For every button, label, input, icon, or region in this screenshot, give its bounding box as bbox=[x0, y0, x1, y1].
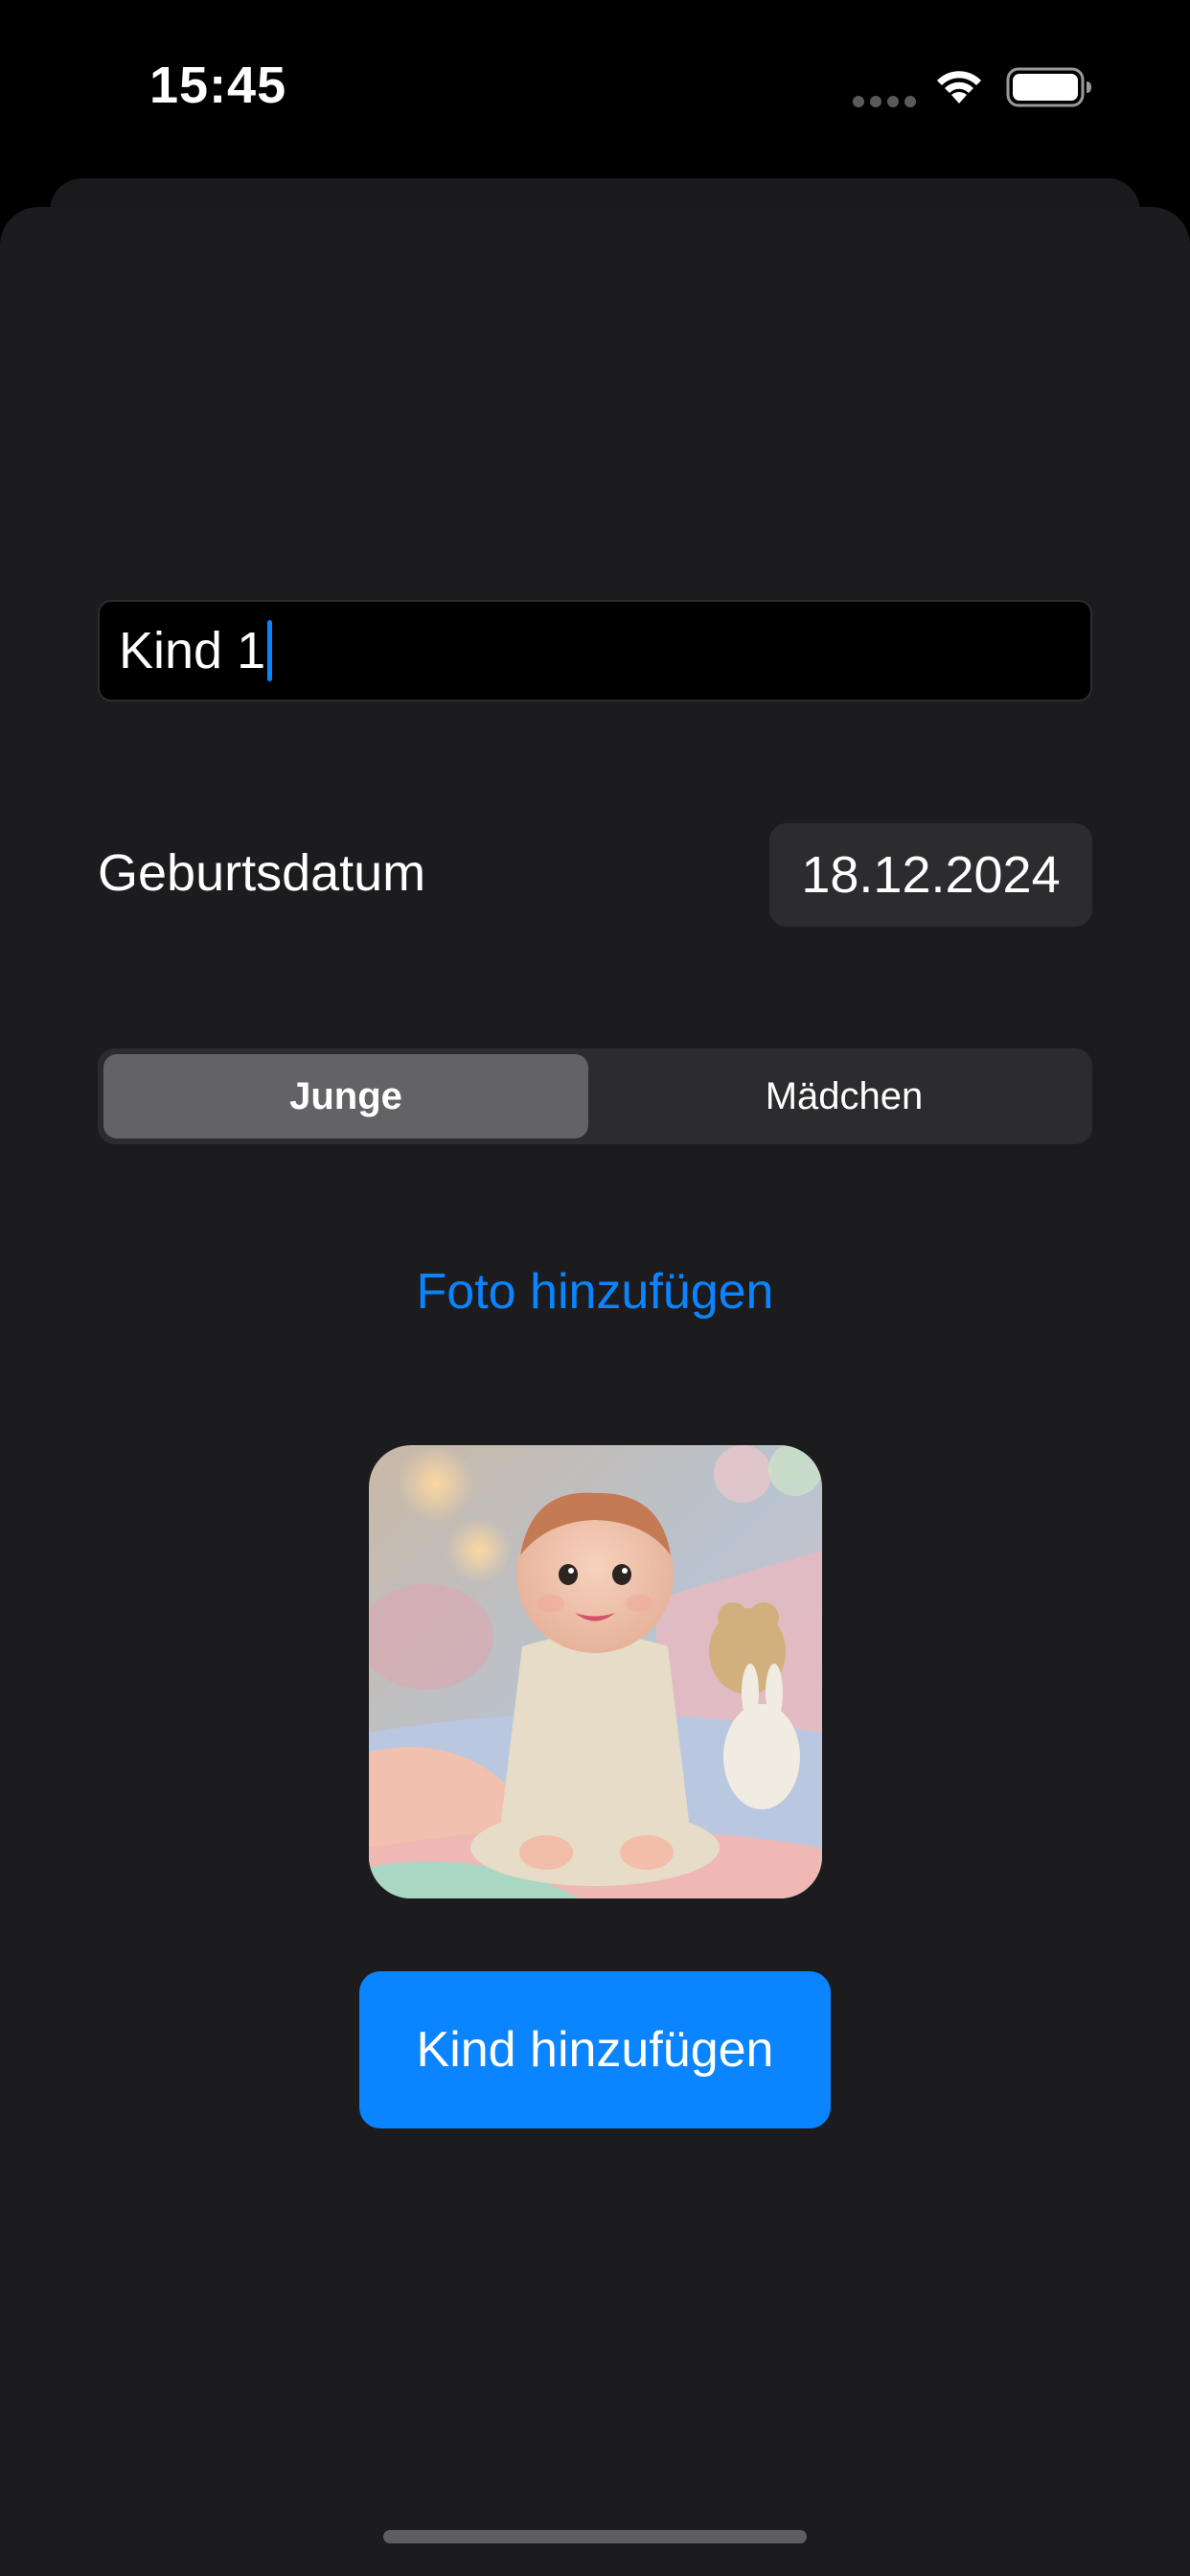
add-child-button[interactable]: Kind hinzufügen bbox=[359, 1971, 831, 2128]
status-time: 15:45 bbox=[149, 57, 287, 114]
baby-photo-icon bbox=[369, 1445, 822, 1898]
child-photo[interactable] bbox=[369, 1445, 822, 1898]
home-indicator[interactable] bbox=[383, 2530, 807, 2543]
wifi-icon bbox=[937, 71, 981, 104]
child-name-input[interactable]: Kind 1 bbox=[98, 600, 1092, 702]
add-child-sheet bbox=[0, 207, 1190, 2576]
segment-junge[interactable]: Junge bbox=[103, 1054, 588, 1138]
birthdate-picker[interactable]: 18.12.2024 bbox=[769, 823, 1092, 927]
segment-maedchen[interactable]: Mädchen bbox=[602, 1054, 1087, 1138]
status-bar: 15:45 bbox=[0, 0, 1190, 172]
signal-dots-icon bbox=[853, 96, 916, 107]
battery-icon bbox=[1006, 67, 1091, 107]
child-name-value: Kind 1 bbox=[119, 622, 266, 679]
add-photo-link[interactable]: Foto hinzufügen bbox=[0, 1263, 1190, 1321]
birthdate-label: Geburtsdatum bbox=[98, 844, 426, 902]
text-cursor bbox=[267, 620, 273, 681]
gender-segmented-control: Junge Mädchen bbox=[98, 1048, 1092, 1144]
